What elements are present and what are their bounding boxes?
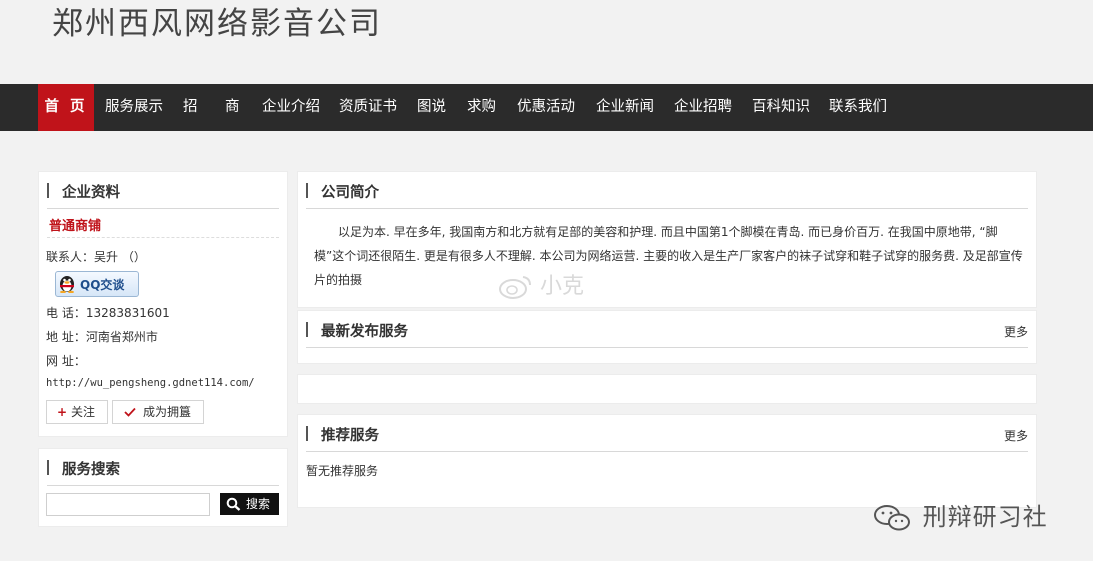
search-button[interactable]: 搜索 <box>220 493 279 515</box>
check-icon <box>124 407 136 417</box>
contact-person: 联系人：吴升 （） <box>46 250 146 264</box>
website-url[interactable]: http://wu_pengsheng.gdnet114.com/ <box>46 377 255 389</box>
nav-item-about[interactable]: 企业介绍 <box>262 84 320 131</box>
latest-services-title: 最新发布服务 <box>321 324 408 340</box>
weibo-watermark: 小克 <box>497 268 584 300</box>
company-info-title: 企业资料 <box>62 185 120 201</box>
wechat-watermark: 刑辩研习社 <box>872 497 1048 533</box>
qq-penguin-icon <box>60 276 74 293</box>
header-bar <box>47 460 49 475</box>
search-icon <box>226 497 241 511</box>
search-button-label: 搜索 <box>246 497 271 511</box>
follow-label: 关注 <box>71 405 96 419</box>
address: 地 址：河南省郑州市 <box>46 330 158 344</box>
recommended-services-title: 推荐服务 <box>321 428 379 444</box>
company-info-header: 企业资料 <box>47 172 279 209</box>
service-search-header: 服务搜索 <box>47 449 279 486</box>
no-recommendation-text: 暂无推荐服务 <box>306 464 379 478</box>
search-input[interactable] <box>46 493 210 516</box>
qq-chat-button[interactable]: QQ交谈 <box>55 271 139 297</box>
header-bar <box>306 322 308 337</box>
nav-item-wiki[interactable]: 百科知识 <box>752 84 810 131</box>
become-owner-button[interactable]: 成为拥簋 <box>112 400 204 424</box>
latest-services-header: 最新发布服务 更多 <box>306 311 1028 348</box>
nav-item-gallery[interactable]: 图说 <box>417 84 446 131</box>
nav-item-news[interactable]: 企业新闻 <box>596 84 654 131</box>
company-intro-panel: 公司简介 以足为本. 早在多年, 我国南方和北方就有足部的美容和护理. 而且中国… <box>297 171 1037 308</box>
company-intro-header: 公司简介 <box>306 172 1028 209</box>
nav-item-jobs[interactable]: 企业招聘 <box>674 84 732 131</box>
shop-level-link[interactable]: 普通商铺 <box>49 215 101 234</box>
company-intro-text: 以足为本. 早在多年, 我国南方和北方就有足部的美容和护理. 而且中国第1个脚模… <box>314 225 1023 287</box>
qq-chat-label: QQ交谈 <box>80 278 125 292</box>
plus-icon: + <box>57 405 68 419</box>
header-bar <box>306 426 308 441</box>
nav-item-shang[interactable]: 商 <box>225 84 240 131</box>
phone-number: 电 话：13283831601 <box>46 306 170 320</box>
nav-item-certificates[interactable]: 资质证书 <box>339 84 397 131</box>
become-owner-label: 成为拥簋 <box>143 405 192 419</box>
divider <box>47 237 279 238</box>
center-watermark-text: 小克 <box>540 274 585 299</box>
nav-item-contact[interactable]: 联系我们 <box>829 84 887 131</box>
company-intro-title: 公司简介 <box>321 185 379 201</box>
latest-services-more-link[interactable]: 更多 <box>1004 323 1028 340</box>
nav-item-purchase[interactable]: 求购 <box>467 84 496 131</box>
nav-item-services[interactable]: 服务展示 <box>105 84 163 131</box>
nav-item-zhao[interactable]: 招 <box>183 84 198 131</box>
wechat-icon <box>874 505 910 531</box>
latest-services-panel: 最新发布服务 更多 <box>297 310 1037 364</box>
bottom-right-watermark-text: 刑辩研习社 <box>922 503 1048 531</box>
company-info-panel: 企业资料 普通商铺 联系人：吴升 （） QQ交谈 电 话：13283831601… <box>38 171 288 437</box>
service-search-panel: 服务搜索 搜索 <box>38 448 288 527</box>
header-bar <box>47 183 49 198</box>
service-search-title: 服务搜索 <box>62 462 120 478</box>
nav-item-promotions[interactable]: 优惠活动 <box>517 84 575 131</box>
recommended-services-header: 推荐服务 更多 <box>306 415 1028 452</box>
website-label: 网 址： <box>46 354 86 368</box>
empty-panel <box>297 374 1037 404</box>
site-title: 郑州西风网络影音公司 <box>52 6 382 42</box>
main-nav: 首 页 服务展示 招 商 企业介绍 资质证书 图说 求购 优惠活动 企业新闻 企… <box>0 84 1093 131</box>
weibo-icon <box>499 276 531 299</box>
nav-item-home[interactable]: 首 页 <box>38 84 94 131</box>
recommended-services-panel: 推荐服务 更多 暂无推荐服务 <box>297 414 1037 508</box>
header-bar <box>306 183 308 198</box>
follow-button[interactable]: + 关注 <box>46 400 108 424</box>
recommended-services-more-link[interactable]: 更多 <box>1004 427 1028 444</box>
